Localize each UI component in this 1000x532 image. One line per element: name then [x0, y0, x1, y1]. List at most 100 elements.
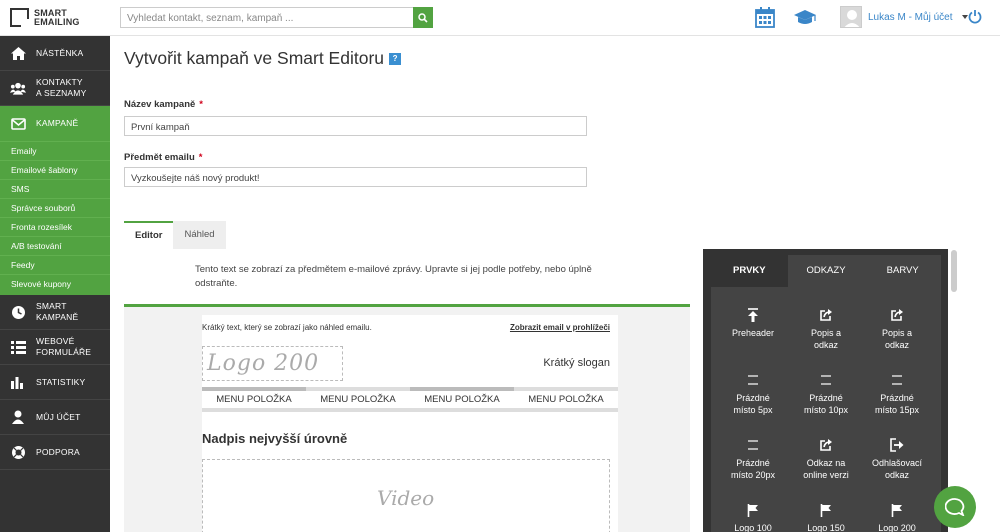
- avatar: [840, 6, 862, 28]
- panel-element-3[interactable]: Popis a odkaz: [861, 307, 933, 351]
- user-menu[interactable]: Lukas M - Můj účet: [840, 6, 969, 28]
- spacer-icon: [790, 372, 862, 388]
- sidebar-item-account[interactable]: MŮJ ÚČET: [0, 400, 110, 435]
- sidebar-item-statistics[interactable]: STATISTIKY: [0, 365, 110, 400]
- panel-element-2[interactable]: Popis a odkaz: [790, 307, 862, 351]
- slogan[interactable]: Krátký slogan: [543, 357, 610, 369]
- submenu-item-file-manager[interactable]: Správce souborů: [0, 198, 110, 217]
- sidebar-item-label-2: FORMULÁŘE: [36, 347, 92, 357]
- home-icon: [10, 46, 26, 60]
- submenu-item-sms[interactable]: SMS: [0, 179, 110, 198]
- panel-element-4[interactable]: Prázdné místo 5px: [717, 372, 789, 416]
- view-in-browser-link[interactable]: Zobrazit email v prohlížeči: [510, 323, 610, 332]
- logout-button[interactable]: [968, 9, 982, 29]
- share-icon: [790, 437, 862, 453]
- logo-placeholder-text: Logo 200: [207, 351, 320, 376]
- video-placeholder[interactable]: Video: [202, 459, 610, 532]
- panel-element-10[interactable]: Logo 100: [717, 502, 789, 532]
- sidebar-item-smart-campaigns[interactable]: SMART KAMPANĚ: [0, 295, 110, 330]
- tab-links[interactable]: ODKAZY: [788, 255, 865, 287]
- panel-element-9[interactable]: Odhlašovací odkaz: [861, 437, 933, 481]
- panel-element-label: Prázdné: [736, 393, 770, 403]
- brand-logo[interactable]: SMART EMAILING: [10, 8, 80, 28]
- search-input[interactable]: [121, 9, 411, 28]
- panel-element-11[interactable]: Logo 150: [790, 502, 862, 532]
- bar-chart-icon: [11, 377, 23, 389]
- panel-element-label: Logo 200: [878, 523, 916, 532]
- sidebar-item-support[interactable]: PODPORA: [0, 435, 110, 470]
- sidebar-item-label: KAMPANĚ: [36, 118, 79, 128]
- tab-elements[interactable]: PRVKY: [711, 255, 788, 287]
- panel-element-8[interactable]: Odkaz na online verzi: [790, 437, 862, 481]
- panel-element-label-2: online verzi: [803, 470, 849, 480]
- submenu-item-emails[interactable]: Emaily: [0, 141, 110, 160]
- sign-out-icon: [861, 437, 933, 453]
- submenu-item-queue[interactable]: Fronta rozesílek: [0, 217, 110, 236]
- subject-field: [124, 167, 587, 188]
- email-heading[interactable]: Nadpis nejvyšší úrovně: [202, 431, 347, 446]
- submenu-item-coupons[interactable]: Slevové kupony: [0, 274, 110, 293]
- panel-element-label: Logo 150: [807, 523, 845, 532]
- tab-colors[interactable]: BARVY: [864, 255, 941, 287]
- search-button[interactable]: [413, 7, 433, 28]
- chat-button[interactable]: [934, 486, 976, 528]
- panel-element-7[interactable]: Prázdné místo 20px: [717, 437, 789, 481]
- scrollbar[interactable]: [951, 250, 957, 292]
- campaign-name-input[interactable]: [125, 118, 586, 137]
- required-mark: *: [199, 99, 203, 110]
- panel-element-label: Prázdné: [736, 458, 770, 468]
- sidebar-item-label-2: A SEZNAMY: [36, 88, 87, 98]
- sidebar-item-web-forms[interactable]: WEBOVÉ FORMULÁŘE: [0, 330, 110, 365]
- elements-panel: PRVKY ODKAZY BARVY Preheader Popis a odkaz…: [703, 249, 948, 532]
- email-preview-text[interactable]: Krátký text, který se zobrazí jako náhle…: [202, 323, 372, 332]
- panel-element-label: Popis a: [881, 328, 913, 338]
- share-icon: [790, 307, 862, 323]
- panel-element-1[interactable]: Preheader: [717, 307, 789, 339]
- email-menu-item[interactable]: MENU POLOŽKA: [202, 387, 306, 412]
- sidebar-item-contacts[interactable]: KONTAKTY A SEZNAMY: [0, 71, 110, 106]
- calendar-button[interactable]: [755, 6, 775, 33]
- panel-element-6[interactable]: Prázdné místo 15px: [861, 372, 933, 416]
- sidebar-item-dashboard[interactable]: NÁSTĚNKA: [0, 36, 110, 71]
- submenu-item-templates[interactable]: Emailové šablony: [0, 160, 110, 179]
- flag-icon: [790, 502, 862, 518]
- panel-element-label-2: odkaz: [813, 340, 839, 350]
- email-menu-item[interactable]: MENU POLOŽKA: [410, 387, 514, 412]
- lifebuoy-icon: [11, 445, 25, 459]
- panel-element-label: Odkaz na: [806, 458, 846, 468]
- sidebar-item-label: NÁSTĚNKA: [36, 47, 84, 58]
- panel-element-label-2: místo 5px: [733, 405, 773, 415]
- help-icon[interactable]: ?: [389, 53, 402, 66]
- graduation-cap-icon: [794, 10, 816, 24]
- panel-element-label: Preheader: [731, 328, 775, 338]
- campaign-name-label: Název kampaně *: [124, 99, 203, 110]
- email-menu-item[interactable]: MENU POLOŽKA: [306, 387, 410, 412]
- email-body: Krátký text, který se zobrazí jako náhle…: [202, 315, 618, 532]
- sidebar-item-label: STATISTIKY: [36, 376, 86, 387]
- search-box: [120, 7, 433, 28]
- sidebar-item-label: MŮJ ÚČET: [36, 411, 81, 422]
- logo-placeholder[interactable]: Logo 200: [202, 346, 343, 381]
- sidebar-item-label: KONTAKTY: [36, 77, 83, 87]
- panel-element-12[interactable]: Logo 200: [861, 502, 933, 532]
- subject-input[interactable]: [125, 169, 586, 188]
- academy-button[interactable]: [793, 9, 817, 31]
- brand-line-2: EMAILING: [34, 16, 80, 27]
- panel-element-label-2: odkaz: [884, 340, 910, 350]
- submenu-item-feeds[interactable]: Feedy: [0, 255, 110, 274]
- panel-element-label-2: místo 20px: [730, 470, 776, 480]
- preheader-note[interactable]: Tento text se zobrazí za předmětem e-mai…: [195, 263, 625, 291]
- sidebar-item-campaigns[interactable]: KAMPANĚ: [0, 106, 110, 141]
- panel-element-label: Prázdné: [880, 393, 914, 403]
- panel-element-5[interactable]: Prázdné místo 10px: [790, 372, 862, 416]
- submenu-item-ab-testing[interactable]: A/B testování: [0, 236, 110, 255]
- arrow-up-bar-icon: [717, 307, 789, 323]
- spacer-icon: [717, 437, 789, 453]
- sidebar: NÁSTĚNKA KONTAKTY A SEZNAMY KAMPANĚ Email…: [0, 36, 110, 532]
- video-placeholder-text: Video: [377, 486, 435, 510]
- email-menu-item[interactable]: MENU POLOŽKA: [514, 387, 618, 412]
- tab-preview[interactable]: Náhled: [173, 221, 226, 249]
- tab-editor[interactable]: Editor: [124, 221, 174, 249]
- page-title: Vytvořit kampaň ve Smart Editoru?: [124, 48, 402, 69]
- panel-elements-grid: Preheader Popis a odkaz Popis a odkaz Prázdné…: [711, 287, 941, 532]
